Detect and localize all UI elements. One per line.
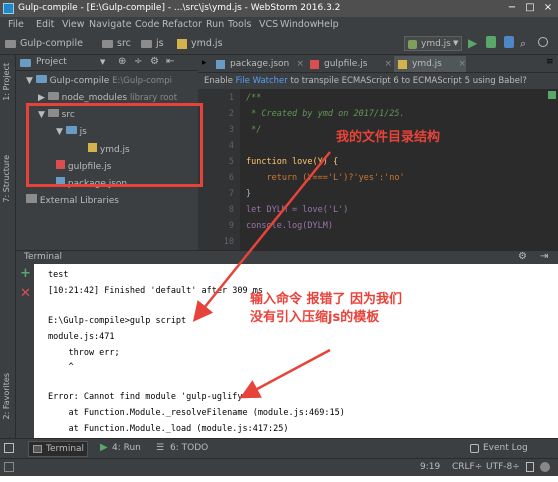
annotation-arrows [192,151,331,399]
arrow-to-error [239,348,331,399]
arrow-to-command [192,151,331,322]
